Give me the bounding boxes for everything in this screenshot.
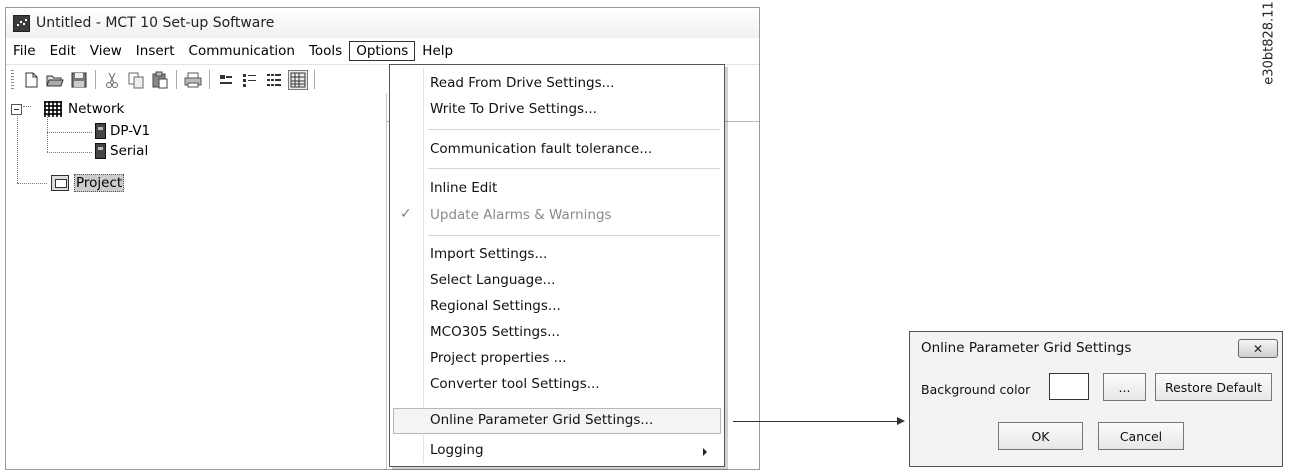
- menu-item-project-properties[interactable]: Project properties ...: [430, 350, 724, 366]
- tree-connector: [17, 111, 18, 183]
- menu-separator: [428, 129, 720, 130]
- ok-button[interactable]: OK: [998, 422, 1083, 450]
- cancel-button[interactable]: Cancel: [1098, 422, 1184, 450]
- small-icons-view-icon[interactable]: [240, 70, 260, 90]
- dialog-title: Online Parameter Grid Settings: [921, 340, 1132, 356]
- large-icons-view-icon[interactable]: [216, 70, 236, 90]
- tree-connector: [47, 152, 92, 153]
- tree-node-network[interactable]: Network: [11, 101, 124, 117]
- menu-bar: File Edit View Insert Communication Tool…: [6, 39, 759, 63]
- menu-item-update-alarms-warnings: Update Alarms & Warnings: [430, 207, 612, 223]
- menu-item-mco305-settings[interactable]: MCO305 Settings...: [430, 324, 724, 340]
- drive-icon: [95, 143, 106, 159]
- callout-arrowhead: [897, 417, 905, 425]
- menu-communication[interactable]: Communication: [182, 41, 302, 61]
- restore-default-button[interactable]: Restore Default: [1155, 373, 1272, 401]
- toolbar-separator: [176, 70, 177, 89]
- menu-item-regional-settings[interactable]: Regional Settings...: [430, 298, 724, 314]
- menu-item-online-parameter-grid-settings[interactable]: Online Parameter Grid Settings...: [430, 412, 724, 428]
- tree-node-label: DP-V1: [110, 123, 151, 139]
- toolbar-separator: [209, 70, 210, 89]
- tree-node-label: Serial: [110, 143, 149, 159]
- new-file-icon[interactable]: [21, 70, 41, 90]
- menu-item-communication-fault-tolerance[interactable]: Communication fault tolerance...: [430, 141, 724, 157]
- menu-options[interactable]: Options: [349, 41, 416, 61]
- tree-connector: [17, 183, 47, 184]
- options-menu: Read From Drive Settings... Write To Dri…: [389, 64, 725, 467]
- background-color-swatch[interactable]: [1049, 373, 1089, 400]
- tree-node-label: Project: [74, 174, 125, 192]
- checkmark-icon: ✓: [400, 206, 412, 222]
- menu-help[interactable]: Help: [415, 41, 460, 61]
- save-icon[interactable]: [69, 70, 89, 90]
- print-icon[interactable]: [183, 70, 203, 90]
- menu-item-select-language[interactable]: Select Language...: [430, 272, 724, 288]
- menu-item-import-settings[interactable]: Import Settings...: [430, 246, 724, 262]
- menu-view[interactable]: View: [83, 41, 129, 61]
- tree-node-project[interactable]: Project: [51, 174, 125, 192]
- pane-divider[interactable]: [386, 93, 387, 469]
- toolbar-separator: [95, 70, 96, 89]
- menu-separator: [428, 235, 720, 236]
- collapse-icon[interactable]: [11, 103, 22, 115]
- window-title: Untitled - MCT 10 Set-up Software: [36, 15, 275, 31]
- menu-tools[interactable]: Tools: [302, 41, 349, 61]
- menu-gutter: [423, 68, 424, 463]
- figure-id-text: e30bt828.11: [1261, 1, 1277, 85]
- menu-file[interactable]: File: [6, 41, 43, 61]
- open-folder-icon[interactable]: [45, 70, 65, 90]
- background-color-label: Background color: [921, 382, 1031, 397]
- copy-icon[interactable]: [126, 70, 146, 90]
- browse-color-button[interactable]: ...: [1103, 373, 1146, 401]
- menu-separator: [428, 168, 720, 169]
- menu-edit[interactable]: Edit: [43, 41, 83, 61]
- drive-icon: [95, 123, 106, 139]
- submenu-arrow-icon: [703, 448, 707, 456]
- menu-insert[interactable]: Insert: [129, 41, 182, 61]
- menu-item-write-to-drive-settings[interactable]: Write To Drive Settings...: [430, 101, 724, 117]
- online-parameter-grid-settings-dialog: Online Parameter Grid Settings ✕ Backgro…: [909, 331, 1283, 467]
- toolbar-grip[interactable]: [11, 69, 14, 90]
- menu-item-read-from-drive-settings[interactable]: Read From Drive Settings...: [430, 75, 724, 91]
- tree-node-serial[interactable]: Serial: [95, 143, 148, 159]
- title-bar: Untitled - MCT 10 Set-up Software: [6, 8, 759, 38]
- network-tree-pane: Network DP-V1 Serial Project: [11, 101, 386, 466]
- app-icon: [13, 14, 30, 32]
- tree-node-dp-v1[interactable]: DP-V1: [95, 123, 150, 139]
- list-view-icon[interactable]: [264, 70, 284, 90]
- menu-item-inline-edit[interactable]: Inline Edit: [430, 180, 724, 196]
- figure-id: e30bt828.11: [1255, 1, 1283, 84]
- callout-line: [733, 421, 899, 422]
- toolbar-separator: [314, 70, 315, 89]
- project-icon: [51, 175, 69, 191]
- cut-icon[interactable]: [102, 70, 122, 90]
- menu-item-logging[interactable]: Logging: [430, 442, 724, 458]
- tree-connector: [47, 132, 92, 133]
- menu-item-converter-tool-settings[interactable]: Converter tool Settings...: [430, 376, 724, 392]
- paste-icon[interactable]: [150, 70, 170, 90]
- tree-node-label: Network: [68, 101, 125, 117]
- network-icon: [44, 101, 62, 117]
- close-icon[interactable]: ✕: [1238, 339, 1278, 358]
- details-view-icon[interactable]: [288, 69, 308, 90]
